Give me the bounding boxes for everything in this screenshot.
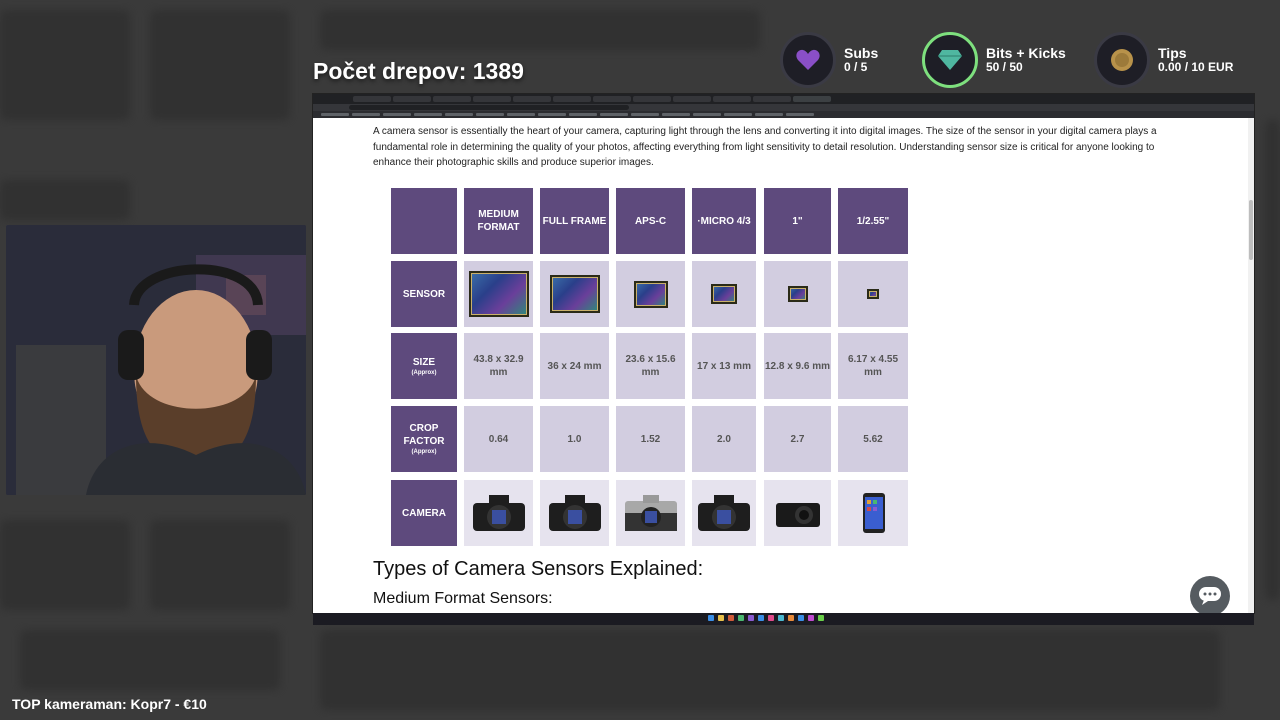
column-header: FULL FRAME — [540, 188, 609, 254]
subs-goal: Subs 0 / 5 — [780, 32, 878, 88]
camera-cell — [764, 480, 831, 546]
camera-cell — [838, 480, 908, 546]
chat-button[interactable] — [1190, 576, 1230, 613]
column-header-label: FULL FRAME — [542, 215, 607, 227]
camera-cell — [616, 480, 685, 546]
crop-factor-cell: 5.62 — [838, 406, 908, 472]
row-header-sublabel: (Approx) — [411, 369, 437, 376]
row-header: SENSOR — [391, 261, 457, 327]
sensor-swatch — [549, 275, 600, 313]
size-cell: 17 x 13 mm — [692, 333, 756, 399]
sensor-cell — [764, 261, 831, 327]
os-taskbar — [313, 613, 1254, 625]
bits-goal-value: 50 / 50 — [986, 60, 1023, 75]
sensor-swatch — [711, 284, 737, 304]
sensor-swatch — [468, 271, 529, 317]
browser-tab-bar[interactable] — [313, 94, 1254, 104]
row-header: CROP FACTOR (Approx) — [391, 406, 457, 472]
smartphone-icon — [863, 493, 885, 533]
browser-window: A camera sensor is essentially the heart… — [313, 94, 1254, 613]
column-header-label: 1/2.55" — [856, 215, 890, 227]
sensor-cell — [464, 261, 533, 327]
crop-factor-cell: 2.0 — [692, 406, 756, 472]
chat-icon — [1199, 587, 1221, 605]
squat-counter-title: Počet drepov: 1389 — [313, 58, 524, 84]
web-page: A camera sensor is essentially the heart… — [313, 118, 1254, 613]
webcam-feed — [6, 225, 306, 495]
column-header-label: APS-C — [634, 215, 667, 227]
bits-goal: Bits + Kicks 50 / 50 — [922, 32, 1066, 88]
column-header: 1" — [764, 188, 831, 254]
sensor-swatch — [633, 280, 668, 308]
row-header-label: SENSOR — [402, 288, 446, 300]
sensor-swatch — [787, 286, 808, 302]
crop-factor-cell: 2.7 — [764, 406, 831, 472]
row-header: CAMERA — [391, 480, 457, 546]
column-header-label: 1" — [792, 215, 803, 227]
column-header-label: ·MICRO 4/3 — [697, 215, 751, 227]
sensor-cell — [616, 261, 685, 327]
address-bar[interactable] — [313, 104, 1254, 111]
bookmarks-bar[interactable] — [313, 111, 1254, 118]
row-header-label: SIZE — [412, 356, 436, 368]
sensor-cell — [692, 261, 756, 327]
coin-icon — [1094, 32, 1150, 88]
tips-goal-name: Tips — [1158, 45, 1187, 62]
row-header-label: CROP FACTOR — [403, 423, 445, 447]
size-cell: 23.6 x 15.6 mm — [616, 333, 685, 399]
column-header: ·MICRO 4/3 — [692, 188, 756, 254]
column-header: APS-C — [616, 188, 685, 254]
medium-format-camera-icon — [472, 495, 525, 531]
column-header: 1/2.55" — [838, 188, 908, 254]
heart-icon — [780, 32, 836, 88]
camera-cell — [540, 480, 609, 546]
section-subheading: Medium Format Sensors: — [373, 590, 553, 607]
table-corner-cell — [391, 188, 457, 254]
apsc-camera-icon — [624, 495, 677, 531]
row-header: SIZE (Approx) — [391, 333, 457, 399]
bits-goal-name: Bits + Kicks — [986, 45, 1066, 62]
crop-factor-cell: 1.0 — [540, 406, 609, 472]
sensor-cell — [540, 261, 609, 327]
tips-goal: Tips 0.00 / 10 EUR — [1094, 32, 1233, 88]
column-header: MEDIUM FORMAT — [464, 188, 533, 254]
taskbar-icons[interactable] — [708, 615, 824, 621]
camera-cell — [464, 480, 533, 546]
intro-paragraph: A camera sensor is essentially the heart… — [373, 126, 1157, 168]
size-cell: 43.8 x 32.9 mm — [464, 333, 533, 399]
full-frame-camera-icon — [548, 495, 601, 531]
size-cell: 6.17 x 4.55 mm — [838, 333, 908, 399]
sensor-cell — [838, 261, 908, 327]
row-header-sublabel: (Approx) — [411, 449, 437, 455]
crop-factor-cell: 1.52 — [616, 406, 685, 472]
page-scrollbar[interactable] — [1248, 118, 1254, 613]
gem-icon — [922, 32, 978, 88]
column-header-label: MEDIUM FORMAT — [477, 209, 520, 233]
top-cameraman-label: TOP kameraman: Kopr7 - €10 — [12, 696, 207, 712]
compact-camera-icon — [775, 503, 820, 527]
tips-goal-value: 0.00 / 10 EUR — [1158, 60, 1234, 75]
subs-goal-value: 0 / 5 — [844, 60, 868, 75]
subs-goal-name: Subs — [844, 45, 879, 62]
section-heading: Types of Camera Sensors Explained: — [373, 558, 704, 580]
camera-cell — [692, 480, 756, 546]
row-header-label: CAMERA — [402, 507, 446, 519]
sensor-swatch — [867, 289, 879, 299]
crop-factor-cell: 0.64 — [464, 406, 533, 472]
size-cell: 36 x 24 mm — [540, 333, 609, 399]
size-cell: 12.8 x 9.6 mm — [764, 333, 831, 399]
micro-four-thirds-camera-icon — [698, 495, 750, 531]
